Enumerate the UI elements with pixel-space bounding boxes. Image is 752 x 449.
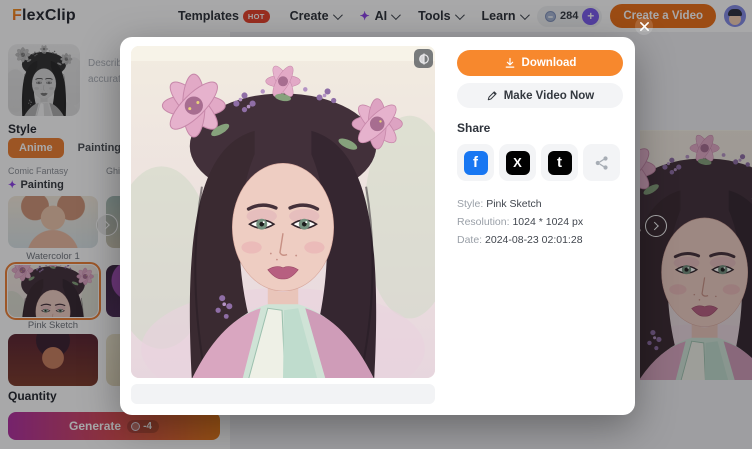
thumbnail-strip[interactable] [131,384,435,404]
download-button[interactable]: Download [457,50,623,76]
generated-image[interactable] [131,46,435,378]
share-x-button[interactable]: X [499,144,536,181]
modal-close-button[interactable] [635,17,653,35]
x-twitter-icon: X [506,151,530,175]
share-heading: Share [457,121,623,135]
modal-actions-panel: Download Make Video Now Share f X t S [457,50,623,249]
tumblr-icon: t [548,151,572,175]
detail-date: Date: 2024-08-23 02:01:28 [457,231,623,249]
compare-icon [418,53,430,65]
share-facebook-button[interactable]: f [457,144,494,181]
share-tumblr-button[interactable]: t [541,144,578,181]
compare-before-after-button[interactable] [414,49,433,68]
detail-style: Style: Pink Sketch [457,195,623,213]
share-more-button[interactable] [583,144,620,181]
flexclip-app: FlexClip TemplatesHOT Create ✦AI Tools L… [0,0,752,449]
make-video-button[interactable]: Make Video Now [457,83,623,108]
image-details: Style: Pink Sketch Resolution: 1024 * 10… [457,195,623,249]
detail-resolution: Resolution: 1024 * 1024 px [457,213,623,231]
download-icon [504,57,516,69]
pencil-icon [486,90,498,102]
image-preview-modal: Download Make Video Now Share f X t S [120,37,635,415]
facebook-icon: f [464,151,488,175]
share-nodes-icon [594,155,610,171]
share-buttons: f X t [457,144,623,181]
pink-sketch-artwork [131,46,435,378]
close-icon [639,21,650,32]
